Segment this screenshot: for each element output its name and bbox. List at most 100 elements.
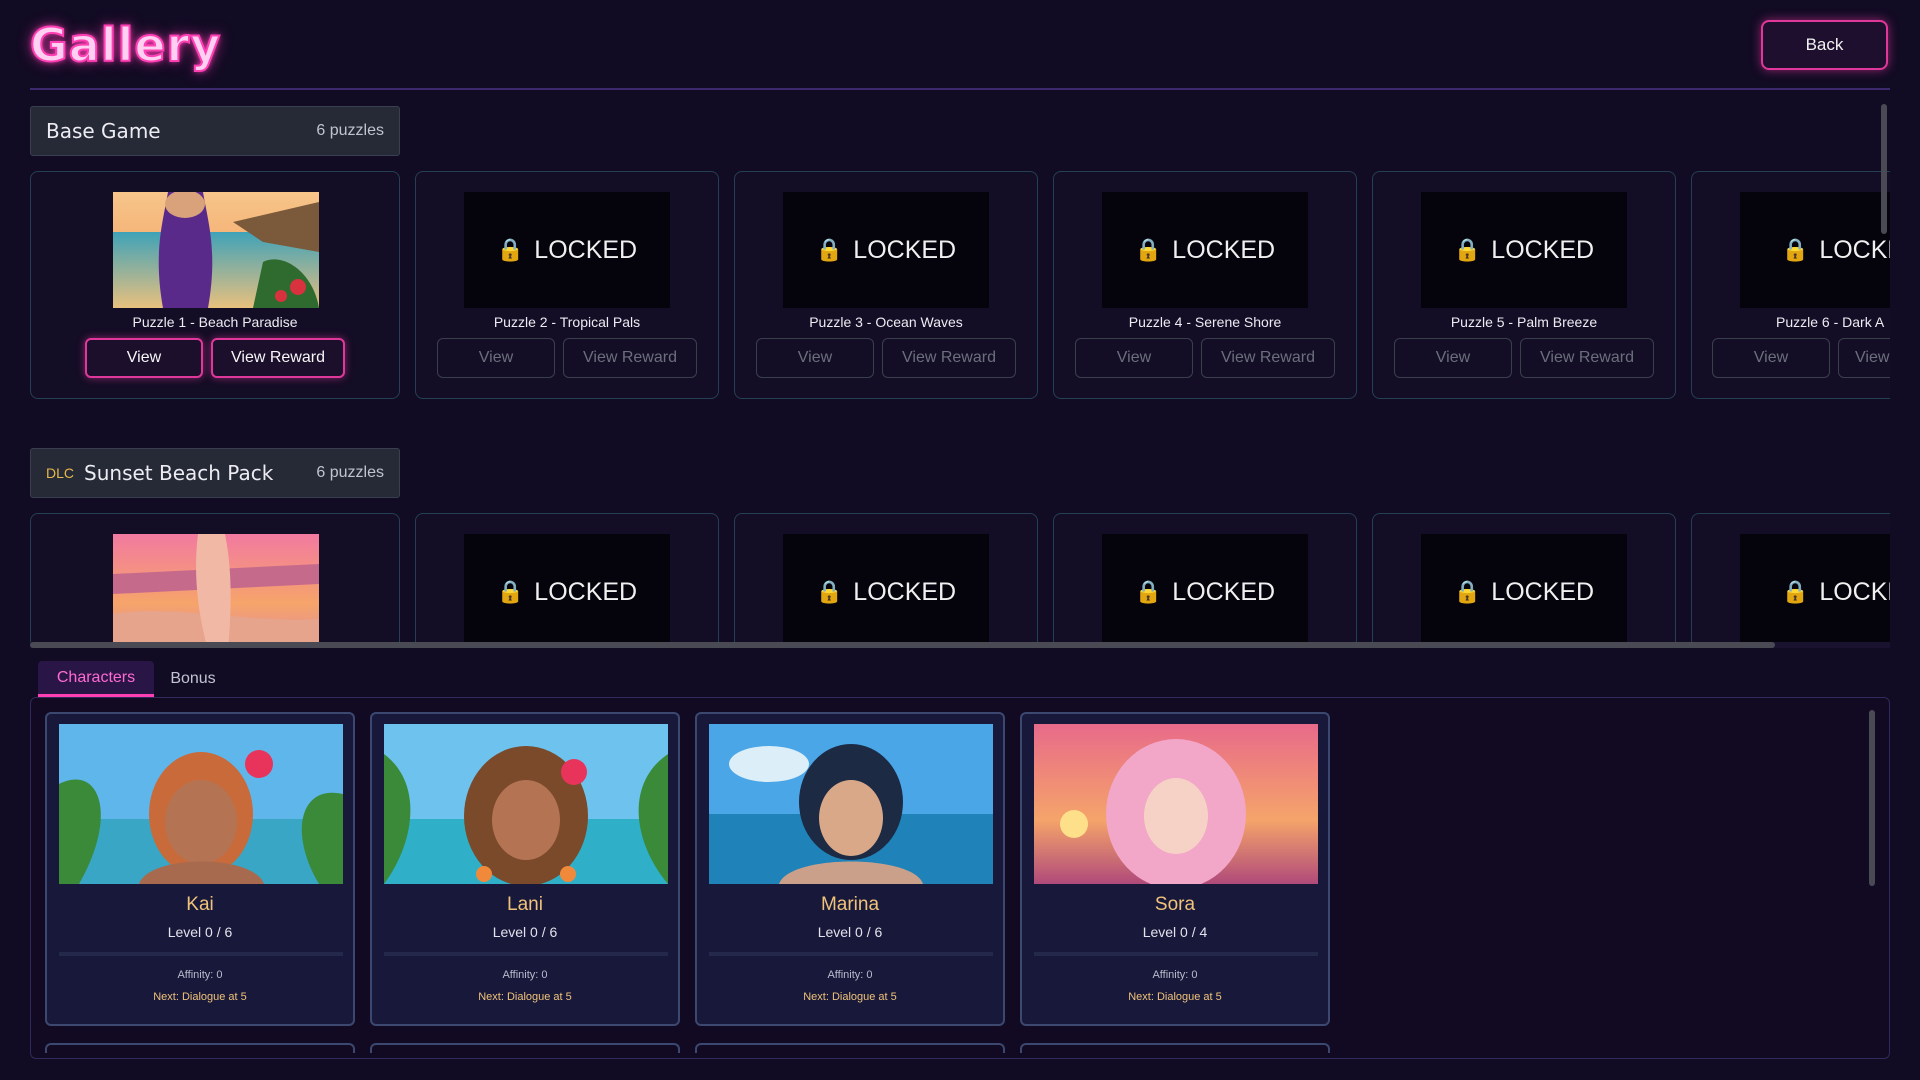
pack-count: 6 puzzles — [316, 122, 384, 139]
horizontal-scrollbar[interactable] — [30, 642, 1775, 648]
vertical-scrollbar[interactable] — [1881, 104, 1887, 234]
character-next-unlock: Next: Dialogue at 5 — [478, 991, 572, 1003]
character-portrait — [1034, 724, 1318, 884]
puzzle-title: Puzzle 3 - Ocean Waves — [809, 314, 963, 330]
character-affinity: Affinity: 0 — [827, 969, 873, 981]
lock-icon: 🔒 — [815, 237, 844, 262]
view-reward-button[interactable]: View — [1838, 338, 1890, 378]
lock-icon: 🔒 — [496, 579, 525, 604]
characters-scrollbar[interactable] — [1869, 710, 1875, 886]
locked-label: LOCKED — [534, 577, 638, 606]
character-card-sora[interactable]: Sora Level 0 / 4 Affinity: 0 Next: Dialo… — [1020, 712, 1330, 1026]
character-next-unlock: Next: Dialogue at 5 — [153, 991, 247, 1003]
character-level: Level 0 / 6 — [817, 924, 883, 940]
puzzle-title: Puzzle 4 - Serene Shore — [1128, 314, 1282, 330]
view-button[interactable]: View — [1394, 338, 1512, 378]
affinity-progress-bar — [59, 952, 343, 956]
lock-icon: 🔒 — [1781, 579, 1810, 604]
puzzle-card-3: 🔒 LOCKED — [734, 513, 1038, 644]
puzzle-thumbnail-locked: 🔒 LOCKED — [1102, 534, 1308, 644]
character-next-unlock: Next: Dialogue at 5 — [803, 991, 897, 1003]
view-button[interactable]: View — [85, 338, 203, 378]
puzzle-thumbnail-locked: 🔒 LOCKE — [1740, 534, 1890, 644]
characters-panel: Kai Level 0 / 6 Affinity: 0 Next: Dialog… — [30, 697, 1890, 1059]
locked-label: LOCKED — [853, 577, 957, 606]
view-reward-button[interactable]: View Reward — [211, 338, 345, 378]
puzzle-card-5: 🔒 LOCKED — [1372, 513, 1676, 644]
locked-label: LOCKED — [1491, 577, 1595, 606]
locked-label: LOCKED — [534, 235, 638, 264]
puzzle-card-2: 🔒 LOCKED — [415, 513, 719, 644]
puzzle-thumbnail[interactable] — [113, 192, 319, 308]
locked-label: LOCKED — [1172, 235, 1276, 264]
view-button[interactable]: View — [1712, 338, 1830, 378]
affinity-progress-bar — [1034, 952, 1318, 956]
pack-name: Base Game — [46, 119, 161, 143]
view-reward-button[interactable]: View Reward — [1201, 338, 1335, 378]
puzzle-title: Puzzle 6 - Dark A — [1776, 314, 1885, 330]
puzzle-title: Puzzle 2 - Tropical Pals — [493, 314, 641, 330]
character-portrait — [384, 724, 668, 884]
view-button[interactable]: View — [756, 338, 874, 378]
character-card-partial — [370, 1043, 680, 1053]
lock-icon: 🔒 — [1134, 579, 1163, 604]
puzzle-card-4: 🔒 LOCKED — [1053, 513, 1357, 644]
puzzle-title: Puzzle 1 - Beach Paradise — [132, 314, 298, 330]
view-reward-button[interactable]: View Reward — [563, 338, 697, 378]
dlc-badge: DLC — [46, 465, 75, 481]
character-card-marina[interactable]: Marina Level 0 / 6 Affinity: 0 Next: Dia… — [695, 712, 1005, 1026]
puzzle-title: Puzzle 5 - Palm Breeze — [1450, 314, 1598, 330]
pack-count: 6 puzzles — [316, 464, 384, 481]
puzzle-thumbnail-locked: 🔒 LOCKE — [1740, 192, 1890, 308]
pack-header-base-game[interactable]: Base Game 6 puzzles — [30, 106, 400, 156]
locked-label: LOCKED — [853, 235, 957, 264]
character-name: Sora — [1154, 894, 1196, 915]
affinity-progress-bar — [384, 952, 668, 956]
character-affinity: Affinity: 0 — [502, 969, 548, 981]
view-reward-button[interactable]: View Reward — [882, 338, 1016, 378]
character-level: Level 0 / 6 — [167, 924, 233, 940]
view-button[interactable]: View — [437, 338, 555, 378]
puzzle-thumbnail-locked: 🔒 LOCKED — [783, 192, 989, 308]
character-level: Level 0 / 6 — [492, 924, 558, 940]
puzzle-thumbnail[interactable] — [113, 534, 319, 644]
character-card-partial — [1020, 1043, 1330, 1053]
tab-bonus[interactable]: Bonus — [160, 661, 226, 697]
pack-name: Sunset Beach Pack — [84, 461, 274, 485]
character-card-partial — [695, 1043, 1005, 1053]
character-portrait — [59, 724, 343, 884]
puzzle-card-6: 🔒 LOCKE — [1691, 513, 1890, 644]
character-portrait — [709, 724, 993, 884]
character-name: Marina — [820, 894, 880, 915]
lock-icon: 🔒 — [1781, 237, 1810, 262]
lock-icon: 🔒 — [496, 237, 525, 262]
page-title: Gallery — [29, 17, 222, 73]
view-button[interactable]: View — [1075, 338, 1193, 378]
affinity-progress-bar — [709, 952, 993, 956]
puzzle-thumbnail-locked: 🔒 LOCKED — [1421, 192, 1627, 308]
puzzle-card-4: 🔒 LOCKED Puzzle 4 - Serene Shore View Vie… — [1053, 171, 1357, 399]
puzzle-thumbnail-locked: 🔒 LOCKED — [783, 534, 989, 644]
character-card-lani[interactable]: Lani Level 0 / 6 Affinity: 0 Next: Dialo… — [370, 712, 680, 1026]
puzzle-thumbnail-locked: 🔒 LOCKED — [464, 192, 670, 308]
view-reward-button[interactable]: View Reward — [1520, 338, 1654, 378]
tab-characters[interactable]: Characters — [38, 661, 154, 697]
character-card-kai[interactable]: Kai Level 0 / 6 Affinity: 0 Next: Dialog… — [45, 712, 355, 1026]
puzzle-thumbnail-locked: 🔒 LOCKED — [1102, 192, 1308, 308]
character-level: Level 0 / 4 — [1142, 924, 1208, 940]
lock-icon: 🔒 — [1134, 237, 1163, 262]
locked-label: LOCKE — [1819, 235, 1890, 264]
character-affinity: Affinity: 0 — [1152, 969, 1198, 981]
puzzle-thumbnail-locked: 🔒 LOCKED — [464, 534, 670, 644]
puzzle-card-1 — [30, 513, 400, 644]
pack-header-sunset-beach[interactable]: DLC Sunset Beach Pack 6 puzzles — [30, 448, 400, 498]
puzzle-row-sunset-beach: 🔒 LOCKED 🔒 LOCKED 🔒 LOCKED 🔒 LOCKED 🔒 LOCKE — [30, 513, 1890, 644]
back-button[interactable]: Back — [1761, 20, 1888, 70]
puzzle-packs-area: Base Game 6 puzzles Puzzle 1 - Beach Par… — [30, 104, 1890, 644]
character-next-unlock: Next: Dialogue at 5 — [1128, 991, 1222, 1003]
character-name: Lani — [507, 894, 543, 915]
locked-label: LOCKE — [1819, 577, 1890, 606]
puzzle-card-3: 🔒 LOCKED Puzzle 3 - Ocean Waves View View… — [734, 171, 1038, 399]
puzzle-card-5: 🔒 LOCKED Puzzle 5 - Palm Breeze View View… — [1372, 171, 1676, 399]
locked-label: LOCKED — [1491, 235, 1595, 264]
